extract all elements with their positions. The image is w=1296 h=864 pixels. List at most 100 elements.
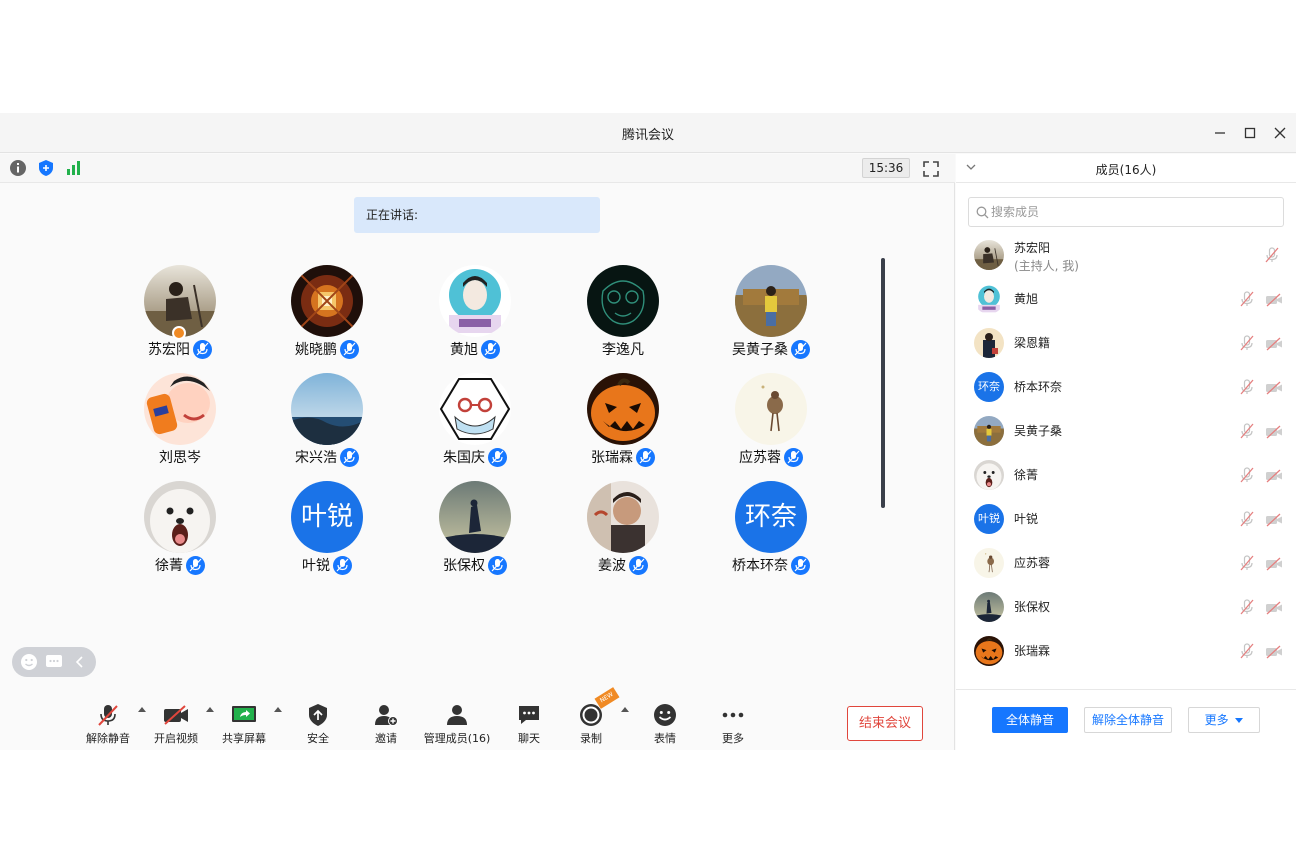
maximize-button[interactable] [1238, 121, 1262, 145]
member-row[interactable]: 梁恩籍 [956, 321, 1296, 365]
participant-name-label: 苏宏阳 [148, 342, 190, 358]
member-mic-off-icon[interactable] [1265, 247, 1279, 267]
member-mic-off-icon[interactable] [1240, 379, 1254, 399]
record-options-caret[interactable] [621, 707, 629, 712]
mute-all-button[interactable]: 全体静音 [992, 707, 1068, 733]
participant-name-label: 朱国庆 [443, 450, 485, 466]
member-mic-off-icon[interactable] [1240, 291, 1254, 311]
security-button[interactable]: 安全 [304, 702, 332, 746]
participant-tile[interactable]: 黄旭 [400, 265, 550, 369]
member-mic-off-icon[interactable] [1240, 643, 1254, 663]
participant-avatar [587, 481, 659, 553]
participant-avatar [439, 373, 511, 445]
emoji-icon [654, 704, 676, 726]
participant-tile[interactable]: 苏宏阳 [105, 265, 255, 369]
member-mic-off-icon[interactable] [1240, 423, 1254, 443]
participant-tile[interactable]: 姜波 [548, 481, 698, 585]
member-row[interactable]: 叶锐 叶锐 [956, 497, 1296, 541]
meeting-toolbar: 解除静音 开启视频 共享屏幕 安全 邀请 管理成员(16) 聊天 录制 NEW … [0, 687, 955, 750]
member-avatar [974, 636, 1004, 666]
participant-tile[interactable]: 姚晓鹏 [252, 265, 402, 369]
unmute-all-button[interactable]: 解除全体静音 [1084, 707, 1172, 733]
share-screen-icon [232, 706, 256, 722]
participant-tile[interactable]: 张保权 [400, 481, 550, 585]
encryption-button[interactable] [37, 159, 55, 177]
member-avatar [974, 240, 1004, 270]
participant-name-label: 李逸凡 [602, 342, 644, 358]
member-row[interactable]: 张保权 [956, 585, 1296, 629]
members-panel: 成员(16人) 苏宏阳 (主持人, 我) 黄旭梁恩籍环奈桥本环奈吴黄子桑徐菁叶锐叶锐… [956, 154, 1296, 750]
unmute-button[interactable]: 解除静音 [86, 702, 130, 746]
mic-muted-badge-icon [340, 339, 359, 359]
members-more-button[interactable]: 更多 [1188, 707, 1260, 733]
close-button[interactable] [1268, 121, 1292, 145]
participant-tile[interactable]: 环奈 桥本环奈 [696, 481, 846, 585]
share-screen-button[interactable]: 共享屏幕 [222, 702, 266, 746]
member-row[interactable]: 黄旭 [956, 277, 1296, 321]
smile-icon [21, 654, 37, 670]
participant-name-label: 吴黄子桑 [732, 342, 788, 358]
record-button[interactable]: 录制 NEW [577, 687, 620, 746]
participant-tile[interactable]: 叶锐 叶锐 [252, 481, 402, 585]
chat-bubble-icon [46, 655, 62, 667]
member-row[interactable]: 应苏蓉 [956, 541, 1296, 585]
participant-name-label: 姜波 [598, 558, 626, 574]
member-avatar [974, 460, 1004, 490]
members-more-label: 更多 [1204, 713, 1229, 727]
member-mic-off-icon[interactable] [1240, 555, 1254, 575]
more-button[interactable]: 更多 [719, 702, 747, 746]
invite-button[interactable]: 邀请 [372, 702, 400, 746]
gallery-scrollbar[interactable] [881, 258, 885, 508]
member-search[interactable] [968, 197, 1284, 227]
member-mic-off-icon[interactable] [1240, 335, 1254, 355]
mic-muted-icon [98, 705, 118, 726]
video-options-caret[interactable] [206, 707, 214, 712]
member-mic-off-icon[interactable] [1240, 599, 1254, 619]
participant-name: 叶锐 [252, 555, 402, 575]
manage-members-button[interactable]: 管理成员(16) [424, 702, 490, 746]
chat-button[interactable]: 聊天 [515, 702, 543, 746]
participant-tile[interactable]: 宋兴浩 [252, 373, 402, 477]
mic-muted-badge-icon [488, 555, 507, 575]
member-row[interactable]: 吴黄子桑 [956, 409, 1296, 453]
maximize-icon [1244, 127, 1256, 139]
emoji-button[interactable]: 表情 [651, 702, 679, 746]
member-row[interactable]: 徐菁 [956, 453, 1296, 497]
participant-tile[interactable]: 张瑞霖 [548, 373, 698, 477]
share-options-caret[interactable] [274, 707, 282, 712]
reaction-bar[interactable] [12, 647, 96, 677]
participant-name-label: 刘思岑 [159, 450, 201, 466]
fullscreen-button[interactable] [921, 159, 941, 179]
minimize-button[interactable] [1208, 121, 1232, 145]
participant-name-label: 张保权 [443, 558, 485, 574]
network-quality-button[interactable] [65, 159, 83, 177]
participant-tile[interactable]: 吴黄子桑 [696, 265, 846, 369]
mic-muted-badge-icon [629, 555, 648, 575]
participant-tile[interactable]: 朱国庆 [400, 373, 550, 477]
member-search-input[interactable] [991, 203, 1271, 221]
participant-name: 吴黄子桑 [696, 339, 846, 359]
member-mic-off-icon[interactable] [1240, 511, 1254, 531]
start-video-button[interactable]: 开启视频 [154, 702, 198, 746]
security-label: 安全 [307, 732, 329, 745]
start-video-label: 开启视频 [154, 732, 198, 745]
participant-tile[interactable]: 应苏蓉 [696, 373, 846, 477]
manage-members-label: 管理成员(16) [423, 732, 491, 745]
members-list: 苏宏阳 (主持人, 我) 黄旭 梁恩籍 环奈 桥本环奈 吴黄子桑 徐菁 叶锐 叶锐应苏蓉张保权 张瑞… [956, 233, 1296, 682]
participant-tile[interactable]: 李逸凡 [548, 265, 698, 369]
participant-tile[interactable]: 刘思岑 [105, 373, 255, 477]
audio-options-caret[interactable] [138, 707, 146, 712]
member-role: (主持人, 我) [1014, 259, 1079, 273]
end-meeting-button[interactable]: 结束会议 [847, 706, 923, 741]
member-row[interactable]: 张瑞霖 [956, 629, 1296, 673]
participant-name: 姜波 [548, 555, 698, 575]
minimize-icon [1215, 132, 1225, 134]
participant-tile[interactable]: 徐菁 [105, 481, 255, 585]
member-mic-off-icon[interactable] [1240, 467, 1254, 487]
member-row[interactable]: 环奈 桥本环奈 [956, 365, 1296, 409]
emoji-label: 表情 [654, 732, 676, 745]
info-button[interactable] [9, 159, 27, 177]
member-row[interactable]: 苏宏阳 (主持人, 我) [956, 233, 1296, 277]
signal-bars-icon [67, 161, 80, 175]
member-name: 应苏蓉 [1014, 556, 1051, 570]
